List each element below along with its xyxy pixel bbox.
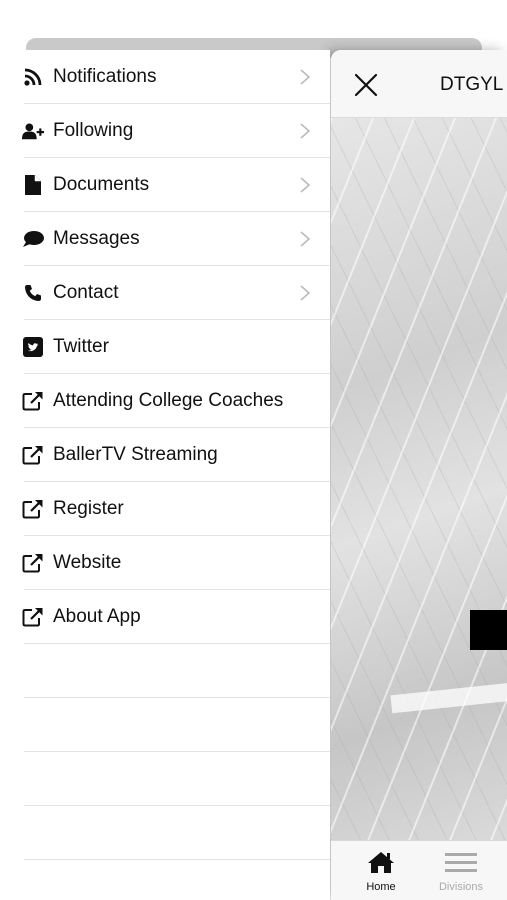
external-link-icon: [22, 606, 44, 628]
menu-item-notifications[interactable]: Notifications: [0, 50, 330, 104]
menu-item-label: Notifications: [53, 66, 157, 87]
external-link-icon: [22, 390, 44, 412]
chevron-right-icon: [300, 69, 311, 85]
menu-item-register[interactable]: Register: [0, 482, 330, 536]
divider: [24, 805, 330, 806]
tab-home-label: Home: [366, 881, 396, 893]
hero-image: [331, 118, 507, 840]
chat-bubble-icon: [22, 228, 44, 250]
menu-item-contact[interactable]: Contact: [0, 266, 330, 320]
divider: [24, 751, 330, 752]
menu-item-documents[interactable]: Documents: [0, 158, 330, 212]
page-title: DTGYL: [440, 74, 504, 95]
menu-item-label: Twitter: [53, 336, 109, 357]
menu-item-label: BallerTV Streaming: [53, 444, 218, 465]
divider: [24, 697, 330, 698]
menu-item-label: Attending College Coaches: [53, 390, 284, 411]
hero-dark-box: [470, 610, 507, 650]
tab-bar: Home Divisions: [331, 840, 507, 900]
home-icon: [368, 852, 394, 873]
side-menu: Notifications Following Documents Messag…: [0, 50, 330, 900]
menu-item-label: Website: [53, 552, 122, 573]
menu-item-label: Messages: [53, 228, 140, 249]
phone-icon: [22, 282, 44, 304]
chevron-right-icon: [300, 285, 311, 301]
menu-item-label: Register: [53, 498, 124, 519]
menu-item-ballertv-streaming[interactable]: BallerTV Streaming: [0, 428, 330, 482]
main-header: DTGYL: [331, 50, 507, 118]
menu-item-label: Documents: [53, 174, 150, 195]
external-link-icon: [22, 552, 44, 574]
hero-court-line: [390, 680, 507, 714]
chevron-right-icon: [300, 231, 311, 247]
twitter-square-icon: [22, 336, 44, 358]
main-panel: DTGYL Home Divisions: [331, 50, 507, 900]
external-link-icon: [22, 498, 44, 520]
close-icon: [354, 73, 378, 97]
menu-lines-icon: [445, 853, 477, 872]
chevron-right-icon: [300, 177, 311, 193]
menu-item-messages[interactable]: Messages: [0, 212, 330, 266]
menu-item-label: Contact: [53, 282, 119, 303]
external-link-icon: [22, 444, 44, 466]
close-button[interactable]: [353, 72, 379, 98]
menu-item-label: Following: [53, 120, 134, 141]
rss-icon: [22, 66, 44, 88]
menu-item-following[interactable]: Following: [0, 104, 330, 158]
document-icon: [22, 174, 44, 196]
menu-item-attending-college-coaches[interactable]: Attending College Coaches: [0, 374, 330, 428]
divider: [24, 643, 330, 644]
tab-divisions-label: Divisions: [438, 881, 483, 893]
menu-item-label: About App: [53, 606, 141, 627]
menu-item-twitter[interactable]: Twitter: [0, 320, 330, 374]
divider: [24, 859, 330, 860]
tab-home[interactable]: Home: [351, 849, 411, 893]
user-plus-icon: [22, 120, 44, 142]
menu-item-website[interactable]: Website: [0, 536, 330, 590]
tab-divisions[interactable]: Divisions: [431, 849, 491, 893]
menu-item-about-app[interactable]: About App: [0, 590, 330, 644]
chevron-right-icon: [300, 123, 311, 139]
